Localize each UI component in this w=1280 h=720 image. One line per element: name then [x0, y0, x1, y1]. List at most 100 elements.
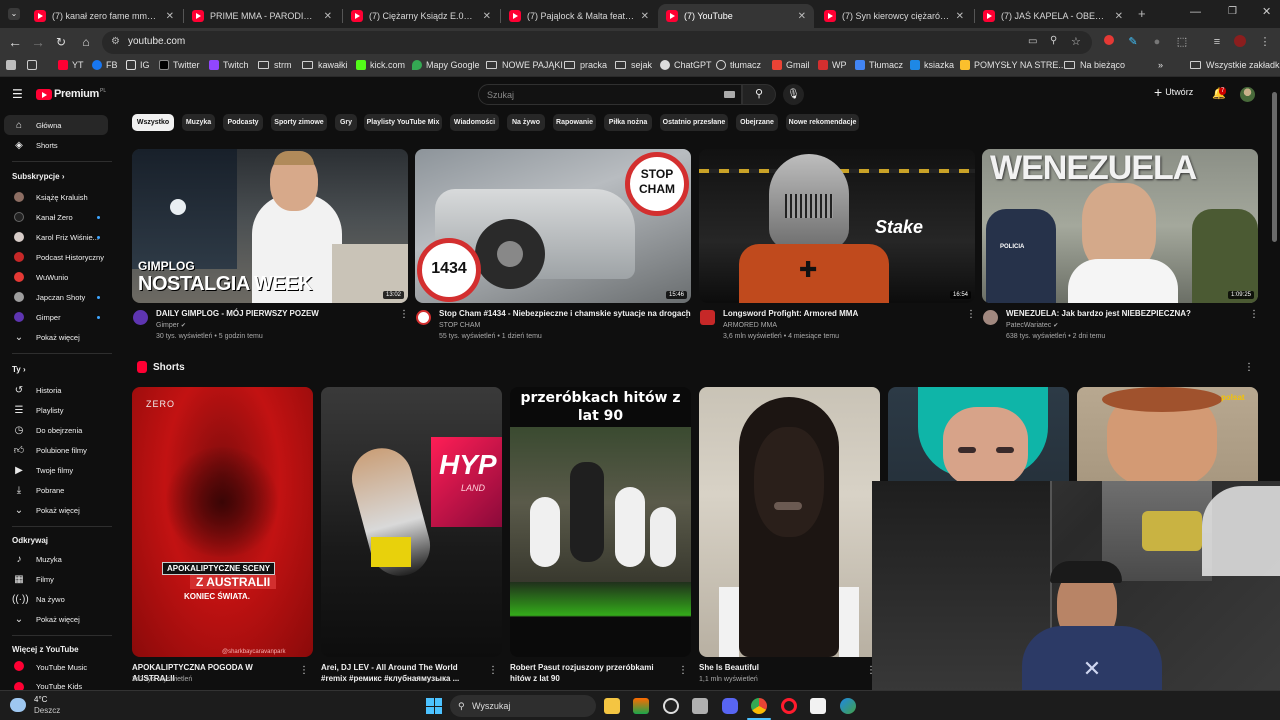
forward-icon[interactable]: →: [29, 34, 47, 50]
bookmark-kick[interactable]: kick.com: [356, 60, 405, 70]
channel-name[interactable]: ARMORED MMA: [723, 322, 777, 329]
recording-extension-icon[interactable]: [1102, 35, 1116, 49]
weather-icon[interactable]: [10, 698, 26, 712]
sidebar-item-your-videos[interactable]: ▶ Twoje filmy: [4, 460, 108, 480]
browser-app-icon[interactable]: [840, 698, 856, 714]
bookmark-strm[interactable]: strm: [258, 60, 292, 70]
video-title[interactable]: WENEZUELA: Jak bardzo jest NIEBEZPIECZNA…: [1006, 309, 1191, 318]
browser-tab[interactable]: (7) kanał zero fame mma - YouT✕: [26, 4, 182, 28]
short-title[interactable]: Robert Pasut rozjuszony przeróbkami hitó…: [510, 662, 675, 684]
bookmark-maps[interactable]: Mapy Google: [412, 60, 480, 70]
short-title[interactable]: She Is Beautiful: [699, 662, 859, 673]
you-heading[interactable]: Ty ›: [12, 365, 26, 374]
bookmark-fb[interactable]: FB: [92, 60, 118, 70]
bookmark-gmail[interactable]: Gmail: [772, 60, 810, 70]
address-bar[interactable]: ⚙ youtube.com ▭ ⚲ ☆: [102, 31, 1092, 54]
more-options-icon[interactable]: ⋮: [966, 309, 976, 320]
bookmark-ig[interactable]: IG: [126, 60, 150, 70]
sidebar-item-live[interactable]: ((·)) Na żywo: [4, 589, 108, 609]
search-input[interactable]: Szukaj: [478, 84, 742, 105]
channel-avatar[interactable]: [133, 310, 148, 325]
channel-avatar[interactable]: [700, 310, 715, 325]
extension-icon[interactable]: ●: [1150, 35, 1164, 49]
opera-icon[interactable]: [781, 698, 797, 714]
browser-tab[interactable]: (7) Pająlock & Malta feat. Alisha✕: [501, 4, 657, 28]
chip[interactable]: Muzyka: [182, 114, 215, 131]
more-options-icon[interactable]: ⋮: [682, 309, 692, 320]
grid-icon[interactable]: [27, 60, 41, 70]
short-thumbnail[interactable]: [699, 387, 880, 657]
video-thumbnail[interactable]: WENEZUELA POLICIA 1:09:25: [982, 149, 1258, 303]
cast-icon[interactable]: ▭: [1028, 36, 1037, 47]
search-button[interactable]: ⚲: [742, 84, 776, 105]
short-title[interactable]: Arei, DJ LEV - All Around The World #rem…: [321, 662, 481, 684]
close-tab-icon[interactable]: ✕: [956, 11, 964, 22]
reload-icon[interactable]: ↻: [52, 34, 70, 50]
channel-name[interactable]: STOP CHAM: [439, 322, 480, 329]
bookmark-wp[interactable]: WP: [818, 60, 847, 70]
discord-icon[interactable]: [722, 698, 738, 714]
extensions-puzzle-icon[interactable]: ⬚: [1175, 35, 1189, 49]
chip[interactable]: Nowe rekomendacje: [786, 114, 859, 131]
account-avatar[interactable]: [1240, 87, 1255, 102]
close-tab-icon[interactable]: ✕: [1115, 11, 1123, 22]
sidebar-sub-item[interactable]: Karol Friz Wiśnie...: [4, 227, 108, 247]
chip[interactable]: Piłka nożna: [604, 114, 652, 131]
video-thumbnail[interactable]: GIMPLOG NOSTALGIA WEEK 13:02: [132, 149, 408, 303]
voice-search-button[interactable]: 🎙: [783, 84, 804, 105]
close-tab-icon[interactable]: ✕: [641, 11, 649, 22]
close-tab-icon[interactable]: ✕: [324, 11, 332, 22]
channel-name[interactable]: Gimper ✔: [156, 322, 186, 329]
sidebar-sub-item[interactable]: Książę Kraluish: [4, 187, 108, 207]
video-thumbnail[interactable]: ✚ Stake 16:54: [699, 149, 975, 303]
obs-icon[interactable]: [663, 698, 679, 714]
subscriptions-heading[interactable]: Subskrypcje ›: [12, 172, 64, 181]
sidebar-item-shorts[interactable]: ◈ Shorts: [4, 135, 108, 155]
profile-icon[interactable]: [1233, 35, 1247, 49]
menu-icon[interactable]: ⋮: [1258, 35, 1272, 49]
sidebar-sub-item[interactable]: Podcast Historyczny: [4, 247, 108, 267]
sidebar-item-music[interactable]: ♪ Muzyka: [4, 549, 108, 569]
chip[interactable]: Na żywo: [507, 114, 545, 131]
bookmark-na-biezaco[interactable]: Na bieżąco: [1064, 60, 1125, 70]
file-explorer-icon[interactable]: [604, 698, 620, 714]
notes-icon[interactable]: [810, 698, 826, 714]
chip-all[interactable]: Wszystko: [132, 114, 174, 131]
all-bookmarks[interactable]: Wszystkie zakładki: [1190, 60, 1280, 70]
bookmark-sejak[interactable]: sejak: [615, 60, 652, 70]
sidebar-item-youtube-music[interactable]: YouTube Music: [4, 657, 108, 677]
browser-tab[interactable]: (7) Ciężarny Ksiądz E.01. Począt✕: [343, 4, 499, 28]
sidebar-item-movies[interactable]: ▦ Filmy: [4, 569, 108, 589]
sidebar-sub-item[interactable]: WuWunio: [4, 267, 108, 287]
site-info-icon[interactable]: ⚙: [111, 36, 120, 47]
restore-icon[interactable]: ❐: [1228, 6, 1237, 17]
bookmark-pomysly[interactable]: POMYSŁY NA STRE...: [960, 60, 1066, 70]
video-thumbnail[interactable]: STOP CHAM 1434 15:46: [415, 149, 691, 303]
chip[interactable]: Wiadomości: [450, 114, 499, 131]
bookmark-chatgpt[interactable]: ChatGPT: [660, 60, 712, 70]
taskbar-search[interactable]: ⚲ Wyszukaj: [450, 695, 596, 717]
home-icon[interactable]: ⌂: [77, 34, 95, 50]
bookmark-pracka[interactable]: pracka: [564, 60, 607, 70]
brave-icon[interactable]: [633, 698, 649, 714]
chip[interactable]: Rapowanie: [553, 114, 596, 131]
browser-tab[interactable]: PRIME MMA - PARODIA HYMN✕: [184, 4, 340, 28]
close-tab-icon[interactable]: ✕: [166, 11, 174, 22]
more-options-icon[interactable]: ⋮: [678, 665, 688, 676]
short-thumbnail[interactable]: HYP LAND: [321, 387, 502, 657]
media-controls-icon[interactable]: ≡: [1210, 35, 1224, 49]
sidebar-item-watch-later[interactable]: ◷ Do obejrzenia: [4, 420, 108, 440]
chip[interactable]: Sporty zimowe: [271, 114, 327, 131]
bookmark-kawalki[interactable]: kawałki: [302, 60, 348, 70]
bookmark-tlumacz[interactable]: tłumacz: [716, 60, 761, 70]
minimize-icon[interactable]: —: [1190, 6, 1201, 18]
close-tab-icon[interactable]: ✕: [483, 11, 491, 22]
video-title[interactable]: Stop Cham #1434 - Niebezpieczne i chamsk…: [439, 309, 691, 318]
chip[interactable]: Ostatnio przesłane: [660, 114, 728, 131]
chip[interactable]: Playlisty YouTube Mix: [364, 114, 442, 131]
sidebar-item-home[interactable]: ⌂ Główna: [4, 115, 108, 135]
bookmark-star-icon[interactable]: ☆: [1071, 35, 1081, 48]
bookmark-twitch[interactable]: Twitch: [209, 60, 249, 70]
start-button[interactable]: [426, 698, 442, 714]
short-thumbnail[interactable]: ZERO APOKALIPTYCZNE SCENY Z AUSTRALII KO…: [132, 387, 313, 657]
